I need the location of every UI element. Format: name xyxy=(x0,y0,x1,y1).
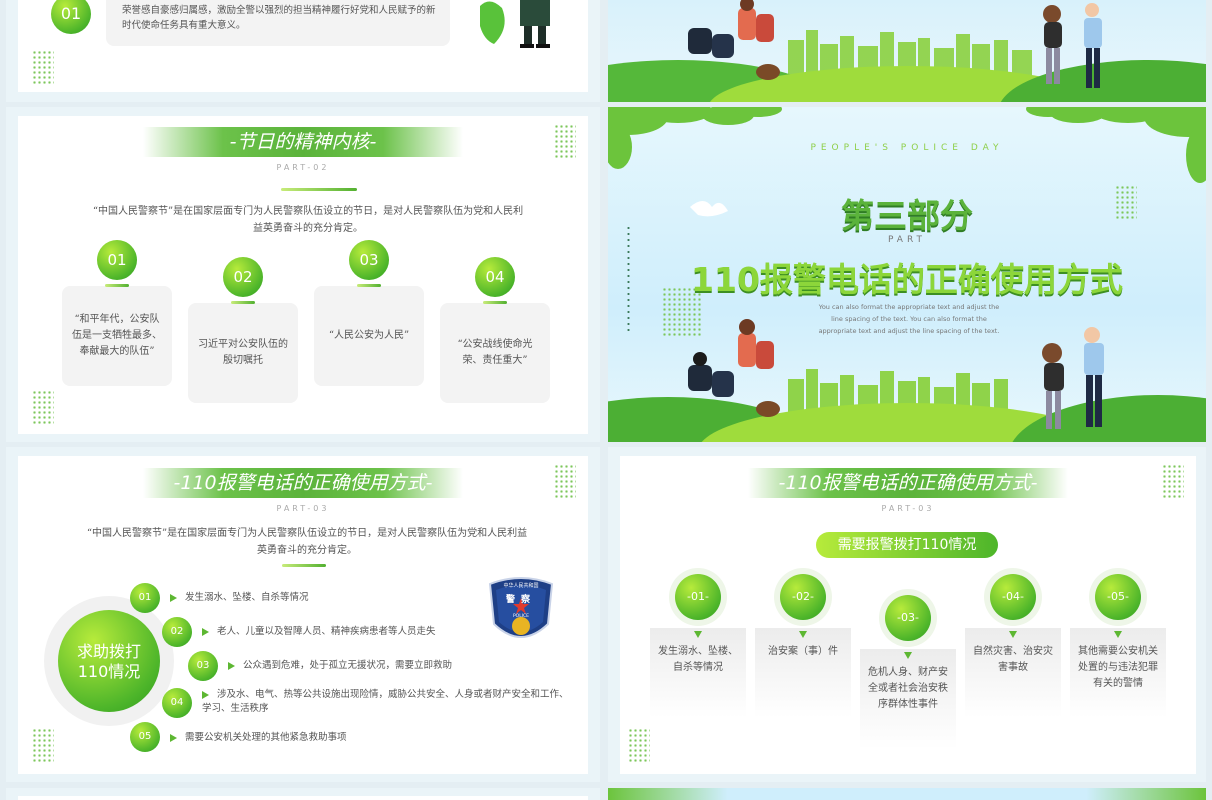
dot-pattern xyxy=(628,728,650,762)
point-text: “和平年代，公安队伍是一支牺牲最多、奉献最大的队伍” xyxy=(72,314,162,357)
item-number-5: -05- xyxy=(1095,574,1141,620)
arrow-right-icon xyxy=(202,690,209,699)
list-item-5: 需要公安机关处理的其他紧急救助事项 xyxy=(170,731,550,745)
slide-thumbnail-3[interactable]: -节日的精神内核- PART-02 “中国人民警察节”是在国家层面专门为人民警察… xyxy=(6,107,600,442)
slide-title: -110报警电话的正确使用方式- xyxy=(143,468,463,498)
dot-pattern xyxy=(554,124,576,158)
item-number-2: -02- xyxy=(780,574,826,620)
part-label: PART-03 xyxy=(881,504,935,513)
slide-card: -110报警电话的正确使用方式- PART-03 需要报警拨打110情况 -01… xyxy=(620,456,1196,774)
number-circle-3: 03 xyxy=(349,240,389,280)
point-text: 习近平对公安队伍的殷切嘱托 xyxy=(198,339,288,366)
center-line-2: 110情况 xyxy=(77,662,141,681)
slide-title: -节日的精神内核- xyxy=(143,127,463,157)
category-pill: 需要报警拨打110情况 xyxy=(816,532,998,558)
number-circle-1: 01 xyxy=(97,240,137,280)
slide-thumbnail-1[interactable]: 01 对于推动人民警察队伍革命化正规化专业化职业化建设，增强广大民警职业荣誉感自… xyxy=(6,0,600,102)
part-label: PART xyxy=(887,235,927,245)
slide-card xyxy=(18,796,588,800)
arrow-down-icon xyxy=(1009,631,1017,638)
slide-title: -110报警电话的正确使用方式- xyxy=(748,468,1068,498)
circle-underline xyxy=(357,284,381,287)
intro-text: “中国人民警察节”是在国家层面专门为人民警察队伍设立的节日，是对人民警察队伍为党… xyxy=(86,528,528,556)
slide-thumbnail-6[interactable]: -110报警电话的正确使用方式- PART-03 需要报警拨打110情况 -01… xyxy=(608,447,1206,782)
section-title: 110报警电话的正确使用方式 xyxy=(691,260,1123,299)
circle-underline xyxy=(483,301,507,304)
badge-top-text: 中华人民共和国 xyxy=(503,583,539,589)
item-number-1: -01- xyxy=(675,574,721,620)
part-label: PART-03 xyxy=(276,504,330,513)
description-text: You can also format the appropriate text… xyxy=(818,303,1000,335)
item-box-1: 发生溺水、坠楼、自杀等情况 xyxy=(650,628,746,718)
arrow-right-icon xyxy=(202,627,209,636)
list-number-3: 03 xyxy=(188,651,218,681)
point-text: “公安战线使命光荣、责任重大” xyxy=(457,339,533,366)
number-label: 01 xyxy=(107,251,127,269)
slide-thumbnail-5[interactable]: -110报警电话的正确使用方式- PART-03 “中国人民警察节”是在国家层面… xyxy=(6,447,600,782)
dot-pattern xyxy=(32,728,54,762)
part-label: PART-02 xyxy=(276,163,330,172)
badge-bottom-text: POLICE xyxy=(512,614,530,619)
arrow-right-icon xyxy=(170,733,177,742)
eyebrow-text: PEOPLE'S POLICE DAY xyxy=(810,143,1004,153)
scene-illustration xyxy=(608,0,1206,102)
list-item-1: 发生溺水、坠楼、自杀等情况 xyxy=(170,591,550,605)
number-label: 02 xyxy=(233,268,253,286)
list-number-5: 05 xyxy=(130,722,160,752)
slide-thumbnail-2[interactable] xyxy=(608,0,1206,102)
slide-thumbnail-7[interactable] xyxy=(6,788,600,800)
number-circle-2: 02 xyxy=(223,257,263,297)
list-item-3: 公众遇到危难，处于孤立无援状况，需要立即救助 xyxy=(228,659,568,673)
item-box-4: 自然灾害、治安灾害事故 xyxy=(965,628,1061,718)
police-officer-illustration xyxy=(480,0,550,48)
number-circle: 01 xyxy=(51,0,91,34)
arrow-right-icon xyxy=(170,593,177,602)
section-heading: 第三部分 xyxy=(841,196,973,235)
dot-pattern xyxy=(32,50,54,84)
number-label: 01 xyxy=(60,4,82,23)
intro-text: “中国人民警察节”是在国家层面专门为人民警察队伍设立的节日，是对人民警察队伍为党… xyxy=(92,206,524,234)
body-text: 对于推动人民警察队伍革命化正规化专业化职业化建设，增强广大民警职业荣誉感自豪感归… xyxy=(122,0,436,31)
number-label: 03 xyxy=(359,251,379,269)
slide-thumbnail-8[interactable] xyxy=(608,788,1206,800)
item-box-3: 危机人身、财产安全或者社会治安秩序群体性事件 xyxy=(860,649,956,749)
arrow-right-icon xyxy=(228,661,235,670)
list-item-2: 老人、儿童以及智障人员、精神疾病患者等人员走失 xyxy=(202,625,572,639)
point-box-3: “人民公安为人民” xyxy=(314,286,424,386)
number-circle-4: 04 xyxy=(475,257,515,297)
center-circle: 求助拨打 110情况 xyxy=(58,610,160,712)
number-label: 04 xyxy=(485,268,505,286)
slide-thumbnail-4[interactable]: PEOPLE'S POLICE DAY 第三部分 PART 110报警电话的正确… xyxy=(608,107,1206,442)
title-underline xyxy=(282,564,326,567)
list-item-4: 涉及水、电气、热等公共设施出现险情，威胁公共安全、人身或者财产安全和工作、学习、… xyxy=(202,689,569,714)
slide-card: 01 对于推动人民警察队伍革命化正规化专业化职业化建设，增强广大民警职业荣誉感自… xyxy=(18,0,588,92)
list-number-4: 04 xyxy=(162,688,192,718)
item-box-2: 治安案（事）件 xyxy=(755,628,851,718)
arrow-down-icon xyxy=(694,631,702,638)
item-number-4: -04- xyxy=(990,574,1036,620)
arrow-down-icon xyxy=(1114,631,1122,638)
dot-pattern xyxy=(32,390,54,424)
title-underline xyxy=(281,188,357,191)
point-text: “人民公安为人民” xyxy=(328,330,410,341)
center-line-1: 求助拨打 xyxy=(76,642,141,661)
point-box-2: 习近平对公安队伍的殷切嘱托 xyxy=(188,303,298,403)
dot-pattern xyxy=(554,464,576,498)
dot-pattern xyxy=(1162,464,1184,498)
item-number-3: -03- xyxy=(885,595,931,641)
list-number-2: 02 xyxy=(162,617,192,647)
point-box-4: “公安战线使命光荣、责任重大” xyxy=(440,303,550,403)
slide-card: -110报警电话的正确使用方式- PART-03 “中国人民警察节”是在国家层面… xyxy=(18,456,588,774)
point-box-1: “和平年代，公安队伍是一支牺牲最多、奉献最大的队伍” xyxy=(62,286,172,386)
circle-underline xyxy=(231,301,255,304)
arrow-down-icon xyxy=(904,652,912,659)
slide-card: -节日的精神内核- PART-02 “中国人民警察节”是在国家层面专门为人民警察… xyxy=(18,116,588,434)
arrow-down-icon xyxy=(799,631,807,638)
circle-underline xyxy=(105,284,129,287)
item-box-5: 其他需要公安机关处置的与违法犯罪有关的警情 xyxy=(1070,628,1166,718)
list-number-1: 01 xyxy=(130,583,160,613)
